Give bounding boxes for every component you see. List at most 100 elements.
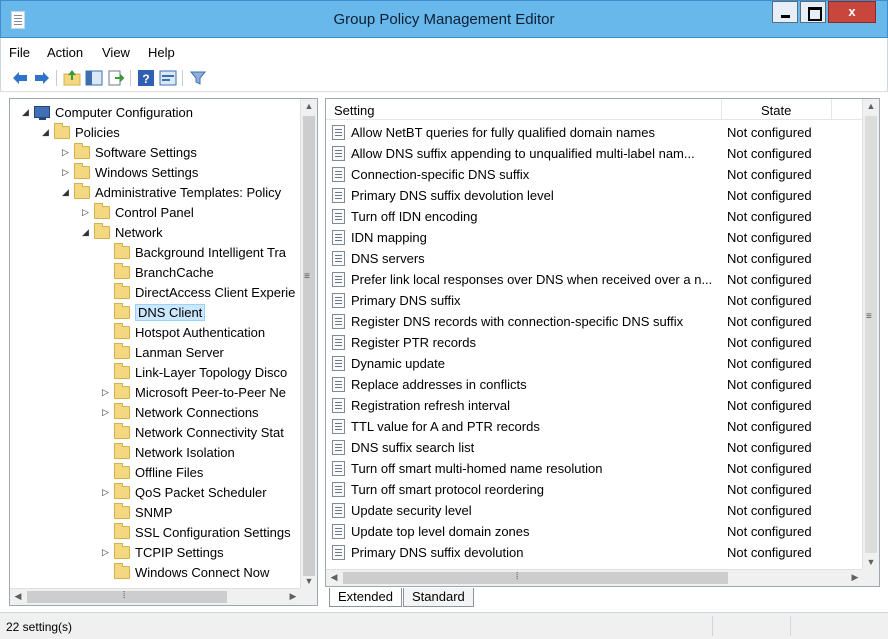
tree-vertical-scrollbar[interactable]: ▲ ≡ ▼ xyxy=(300,99,317,588)
policy-setting-icon xyxy=(332,230,345,245)
column-header-state[interactable]: State xyxy=(761,103,791,118)
setting-name: Dynamic update xyxy=(351,356,445,371)
tree-node-label: DNS Client xyxy=(135,304,206,321)
setting-state: Not configured xyxy=(727,188,812,203)
list-item[interactable]: Allow NetBT queries for fully qualified … xyxy=(326,122,863,143)
up-folder-icon[interactable] xyxy=(63,69,81,87)
list-item[interactable]: Replace addresses in conflicts Not config… xyxy=(326,374,863,395)
setting-state: Not configured xyxy=(727,314,812,329)
tab-extended[interactable]: Extended xyxy=(329,588,402,607)
list-item[interactable]: TTL value for A and PTR records Not confi… xyxy=(326,416,863,437)
properties-icon[interactable] xyxy=(159,69,177,87)
folder-icon xyxy=(114,563,130,579)
collapse-arrow-icon[interactable]: ◢ xyxy=(82,227,92,237)
expand-arrow-icon[interactable]: ▷ xyxy=(102,387,112,397)
scroll-up-icon[interactable]: ▲ xyxy=(863,101,879,111)
column-header-setting[interactable]: Setting xyxy=(334,103,374,118)
expand-arrow-icon[interactable]: ▷ xyxy=(62,147,72,157)
scroll-left-icon[interactable]: ◀ xyxy=(326,572,342,583)
toolbar: ? xyxy=(0,64,888,92)
expand-arrow-icon[interactable]: ▷ xyxy=(102,487,112,497)
scroll-left-icon[interactable]: ◀ xyxy=(10,591,26,602)
expand-arrow-icon[interactable]: ▷ xyxy=(62,167,72,177)
menu-help[interactable]: Help xyxy=(148,45,175,60)
setting-name: Primary DNS suffix devolution level xyxy=(351,188,554,203)
show-hide-tree-icon[interactable] xyxy=(85,69,103,87)
policy-setting-icon xyxy=(332,146,345,161)
menu-file[interactable]: File xyxy=(9,45,30,60)
minimize-button[interactable] xyxy=(772,1,798,23)
list-item[interactable]: Registration refresh interval Not configu… xyxy=(326,395,863,416)
list-item[interactable]: Connection-specific DNS suffix Not config… xyxy=(326,164,863,185)
setting-state: Not configured xyxy=(727,209,812,224)
list-item[interactable]: Turn off smart protocol reordering Not co… xyxy=(326,479,863,500)
help-icon[interactable]: ? xyxy=(137,69,155,87)
list-horizontal-scrollbar[interactable]: ◀ ⦙ ▶ xyxy=(326,569,863,586)
list-item[interactable]: DNS suffix search list Not configured xyxy=(326,437,863,458)
close-button[interactable]: x xyxy=(828,1,876,23)
scrollbar-thumb[interactable] xyxy=(865,116,877,553)
setting-name: Allow NetBT queries for fully qualified … xyxy=(351,125,655,140)
filter-icon[interactable] xyxy=(189,69,207,87)
scroll-grip-icon: ⦙ xyxy=(516,571,519,582)
scroll-down-icon[interactable]: ▼ xyxy=(301,576,317,586)
tree-node-label: Network Isolation xyxy=(135,445,235,460)
tab-standard[interactable]: Standard xyxy=(403,588,474,607)
list-item[interactable]: Update security level Not configured xyxy=(326,500,863,521)
toolbar-separator xyxy=(182,70,183,86)
setting-name: Turn off smart multi-homed name resoluti… xyxy=(351,461,603,476)
folder-icon xyxy=(114,323,130,339)
view-tabs: Extended Standard xyxy=(325,588,880,608)
scrollbar-corner xyxy=(862,569,879,586)
expand-arrow-icon[interactable]: ▷ xyxy=(102,547,112,557)
list-item[interactable]: Update top level domain zones Not configu… xyxy=(326,521,863,542)
column-divider[interactable] xyxy=(831,99,832,120)
list-item[interactable]: DNS servers Not configured xyxy=(326,248,863,269)
scroll-down-icon[interactable]: ▼ xyxy=(863,557,879,567)
list-item[interactable]: Allow DNS suffix appending to unqualifie… xyxy=(326,143,863,164)
list-item[interactable]: Turn off smart multi-homed name resoluti… xyxy=(326,458,863,479)
policy-setting-icon xyxy=(332,188,345,203)
export-list-icon[interactable] xyxy=(107,69,125,87)
back-arrow-icon[interactable] xyxy=(11,69,29,87)
setting-state: Not configured xyxy=(727,377,812,392)
list-item[interactable]: Dynamic update Not configured xyxy=(326,353,863,374)
folder-icon xyxy=(114,523,130,539)
forward-arrow-icon[interactable] xyxy=(33,69,51,87)
scroll-right-icon[interactable]: ▶ xyxy=(847,572,863,583)
list-item[interactable]: Primary DNS suffix devolution Not configu… xyxy=(326,542,863,563)
list-vertical-scrollbar[interactable]: ▲ ≡ ▼ xyxy=(862,99,879,569)
settings-list[interactable]: Setting State Allow NetBT queries for fu… xyxy=(325,98,880,587)
scrollbar-thumb[interactable] xyxy=(27,591,227,603)
list-item[interactable]: Register DNS records with connection-spe… xyxy=(326,311,863,332)
list-item[interactable]: Primary DNS suffix Not configured xyxy=(326,290,863,311)
console-tree[interactable]: ◢ Computer Configuration ◢ Policies ▷ Softwar… xyxy=(9,98,318,606)
collapse-arrow-icon[interactable]: ◢ xyxy=(62,187,72,197)
tree-node-label: Network xyxy=(115,225,163,240)
policy-setting-icon xyxy=(332,524,345,539)
scrollbar-thumb[interactable] xyxy=(303,116,315,576)
scrollbar-thumb[interactable] xyxy=(343,572,728,584)
expand-arrow-icon[interactable]: ▷ xyxy=(102,407,112,417)
list-item[interactable]: Primary DNS suffix devolution level Not c… xyxy=(326,185,863,206)
expand-arrow-icon[interactable]: ▷ xyxy=(82,207,92,217)
list-item[interactable]: Turn off IDN encoding Not configured xyxy=(326,206,863,227)
scroll-right-icon[interactable]: ▶ xyxy=(285,591,301,602)
scroll-up-icon[interactable]: ▲ xyxy=(301,101,317,111)
folder-icon xyxy=(54,123,70,139)
collapse-arrow-icon[interactable]: ◢ xyxy=(42,127,52,137)
menu-view[interactable]: View xyxy=(102,45,130,60)
column-divider[interactable] xyxy=(721,99,722,120)
setting-name: Turn off smart protocol reordering xyxy=(351,482,544,497)
maximize-button[interactable] xyxy=(800,1,826,23)
list-item[interactable]: Prefer link local responses over DNS whe… xyxy=(326,269,863,290)
menu-action[interactable]: Action xyxy=(47,45,83,60)
collapse-arrow-icon[interactable]: ◢ xyxy=(22,107,32,117)
tree-horizontal-scrollbar[interactable]: ◀ ⦙ ▶ xyxy=(10,588,301,605)
list-item[interactable]: IDN mapping Not configured xyxy=(326,227,863,248)
tree-node-label: Administrative Templates: Policy xyxy=(95,185,282,200)
setting-name: Register PTR records xyxy=(351,335,476,350)
setting-state: Not configured xyxy=(727,482,812,497)
list-item[interactable]: Register PTR records Not configured xyxy=(326,332,863,353)
policy-setting-icon xyxy=(332,482,345,497)
